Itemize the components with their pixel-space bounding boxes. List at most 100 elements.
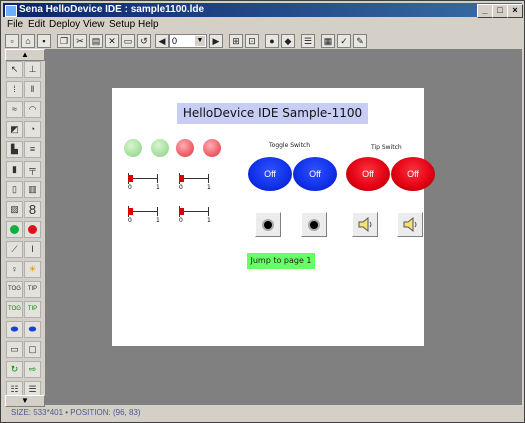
slider-thumb[interactable] — [179, 175, 184, 182]
cut-icon[interactable]: ✂ — [73, 34, 87, 48]
thermometer-icon[interactable]: ⊥ — [24, 61, 41, 78]
bar-indicator-icon[interactable]: ▙ — [6, 141, 23, 158]
toggle-switch-2[interactable]: Off — [293, 157, 337, 191]
app-icon — [5, 5, 17, 17]
refresh-icon[interactable]: ↺ — [137, 34, 151, 48]
close-button[interactable]: × — [507, 4, 523, 18]
meter-icon[interactable]: ◩ — [6, 121, 23, 138]
radio-button-2[interactable] — [301, 212, 327, 237]
led-green-1[interactable] — [124, 139, 142, 157]
toggle-switch-1[interactable]: Off — [248, 157, 292, 191]
deploy-icon[interactable]: ◆ — [281, 34, 295, 48]
toggle-switch-tool-icon[interactable]: ⬬ — [6, 321, 23, 338]
scale-icon[interactable]: ╤ — [24, 161, 41, 178]
trend-chart-icon[interactable]: ⟋ — [6, 241, 23, 258]
gauge-half-icon[interactable]: ◠ — [24, 101, 41, 118]
radio-dot-icon — [310, 221, 318, 229]
button-tool-icon[interactable]: ▭ — [6, 341, 23, 358]
toggle-switch-label: Toggle Switch — [269, 142, 311, 149]
paste-icon[interactable]: ▤ — [89, 34, 103, 48]
vertical-bars-icon[interactable]: ▮ — [6, 161, 23, 178]
grid-icon[interactable]: ▦ — [321, 34, 335, 48]
chart-icon[interactable]: ✓ — [337, 34, 351, 48]
speaker-icon — [358, 216, 372, 233]
tip-switch-tool-icon[interactable]: ⬬ — [24, 321, 41, 338]
page-combo[interactable]: 0 ▼ — [169, 34, 207, 48]
slider-end-tick — [157, 174, 158, 183]
toggle-tool-icon[interactable]: TOG — [6, 281, 23, 298]
speaker-button-2[interactable] — [397, 212, 423, 237]
horizontal-slider-icon[interactable]: ≈ — [6, 101, 23, 118]
slider-min-label: 0 — [179, 184, 183, 191]
frame-icon[interactable]: ▭ — [121, 34, 135, 48]
slider-1[interactable]: 01 — [128, 173, 160, 191]
jump-tool-icon[interactable]: ⇨ — [24, 361, 41, 378]
lamp-icon[interactable]: ♀ — [6, 261, 23, 278]
slider-3[interactable]: 01 — [128, 206, 160, 224]
menu-view[interactable]: View — [83, 19, 105, 30]
led-green-2[interactable] — [151, 139, 169, 157]
minimize-button[interactable]: _ — [477, 4, 493, 18]
tip-green-tool-icon[interactable]: TIP — [24, 301, 41, 318]
tip-switch-2[interactable]: Off — [391, 157, 435, 191]
settings-icon[interactable]: ☰ — [301, 34, 315, 48]
menu-deploy[interactable]: Deploy — [49, 19, 80, 30]
slider-max-label: 1 — [156, 217, 160, 224]
slider-thumb[interactable] — [128, 175, 133, 182]
open-folder-icon[interactable]: ⌂ — [21, 34, 35, 48]
chevron-down-icon[interactable]: ▼ — [195, 36, 205, 46]
led-bar-icon[interactable]: ▥ — [24, 181, 41, 198]
app-window: Sena HelloDevice IDE : sample1100.lde _ … — [0, 0, 525, 423]
page-layout-icon[interactable]: ⊡ — [245, 34, 259, 48]
menu-help[interactable]: Help — [138, 19, 159, 30]
led-red-2[interactable] — [203, 139, 221, 157]
slider-thumb[interactable] — [128, 208, 133, 215]
red-led-icon[interactable] — [24, 221, 41, 238]
menu-bar: File Edit Deploy View Setup Help — [3, 18, 522, 33]
link-tool-icon[interactable]: ↻ — [6, 361, 23, 378]
vertical-slider-icon[interactable]: ⁞ — [6, 81, 23, 98]
menu-setup[interactable]: Setup — [109, 19, 135, 30]
network-icon[interactable]: ● — [265, 34, 279, 48]
battery-icon[interactable]: ▯ — [6, 181, 23, 198]
page-add-icon[interactable]: ⊞ — [229, 34, 243, 48]
sun-icon[interactable]: ☀ — [24, 261, 41, 278]
edit-icon[interactable]: ✎ — [353, 34, 367, 48]
image-icon[interactable]: ▨ — [6, 201, 23, 218]
slider-thumb[interactable] — [179, 208, 184, 215]
slider-4[interactable]: 01 — [179, 206, 211, 224]
radio-button-1[interactable] — [255, 212, 281, 237]
led-red-1[interactable] — [176, 139, 194, 157]
pointer-icon[interactable]: ↖ — [6, 61, 23, 78]
jump-to-page-button[interactable]: Jump to page 1 — [247, 253, 315, 269]
speaker-button-1[interactable] — [352, 212, 378, 237]
save-icon[interactable]: ▪ — [37, 34, 51, 48]
page-prev-icon[interactable]: ◀ — [155, 34, 169, 48]
menu-edit[interactable]: Edit — [28, 19, 45, 30]
new-file-icon[interactable]: ▫ — [5, 34, 19, 48]
green-led-icon[interactable] — [6, 221, 23, 238]
canvas-header[interactable]: HelloDevice IDE Sample-1100 — [177, 103, 368, 124]
slider-min-label: 0 — [179, 217, 183, 224]
slider-max-label: 1 — [207, 184, 211, 191]
level-icon[interactable]: ≡ — [24, 141, 41, 158]
copy-icon[interactable]: ❐ — [57, 34, 71, 48]
ruler-icon[interactable]: ‖ — [24, 81, 41, 98]
text-cursor-icon[interactable]: I — [24, 241, 41, 258]
tip-switch-1[interactable]: Off — [346, 157, 390, 191]
slider-min-label: 0 — [128, 184, 132, 191]
seven-segment-icon[interactable]: 8 — [24, 201, 41, 218]
slider-max-label: 1 — [156, 184, 160, 191]
tip-tool-icon[interactable]: TIP — [24, 281, 41, 298]
palette-scroll-up[interactable]: ▲ — [5, 49, 45, 61]
panel-tool-icon[interactable]: ▢ — [24, 341, 41, 358]
toggle-green-tool-icon[interactable]: TOG — [6, 301, 23, 318]
slider-2[interactable]: 01 — [179, 173, 211, 191]
page-next-icon[interactable]: ▶ — [209, 34, 223, 48]
page-combo-value: 0 — [172, 36, 178, 46]
dial-icon[interactable]: ◔ — [24, 121, 41, 138]
maximize-button[interactable]: □ — [492, 4, 508, 18]
menu-file[interactable]: File — [7, 19, 23, 30]
title-bar[interactable]: Sena HelloDevice IDE : sample1100.lde _ … — [3, 3, 523, 18]
delete-icon[interactable]: ✕ — [105, 34, 119, 48]
